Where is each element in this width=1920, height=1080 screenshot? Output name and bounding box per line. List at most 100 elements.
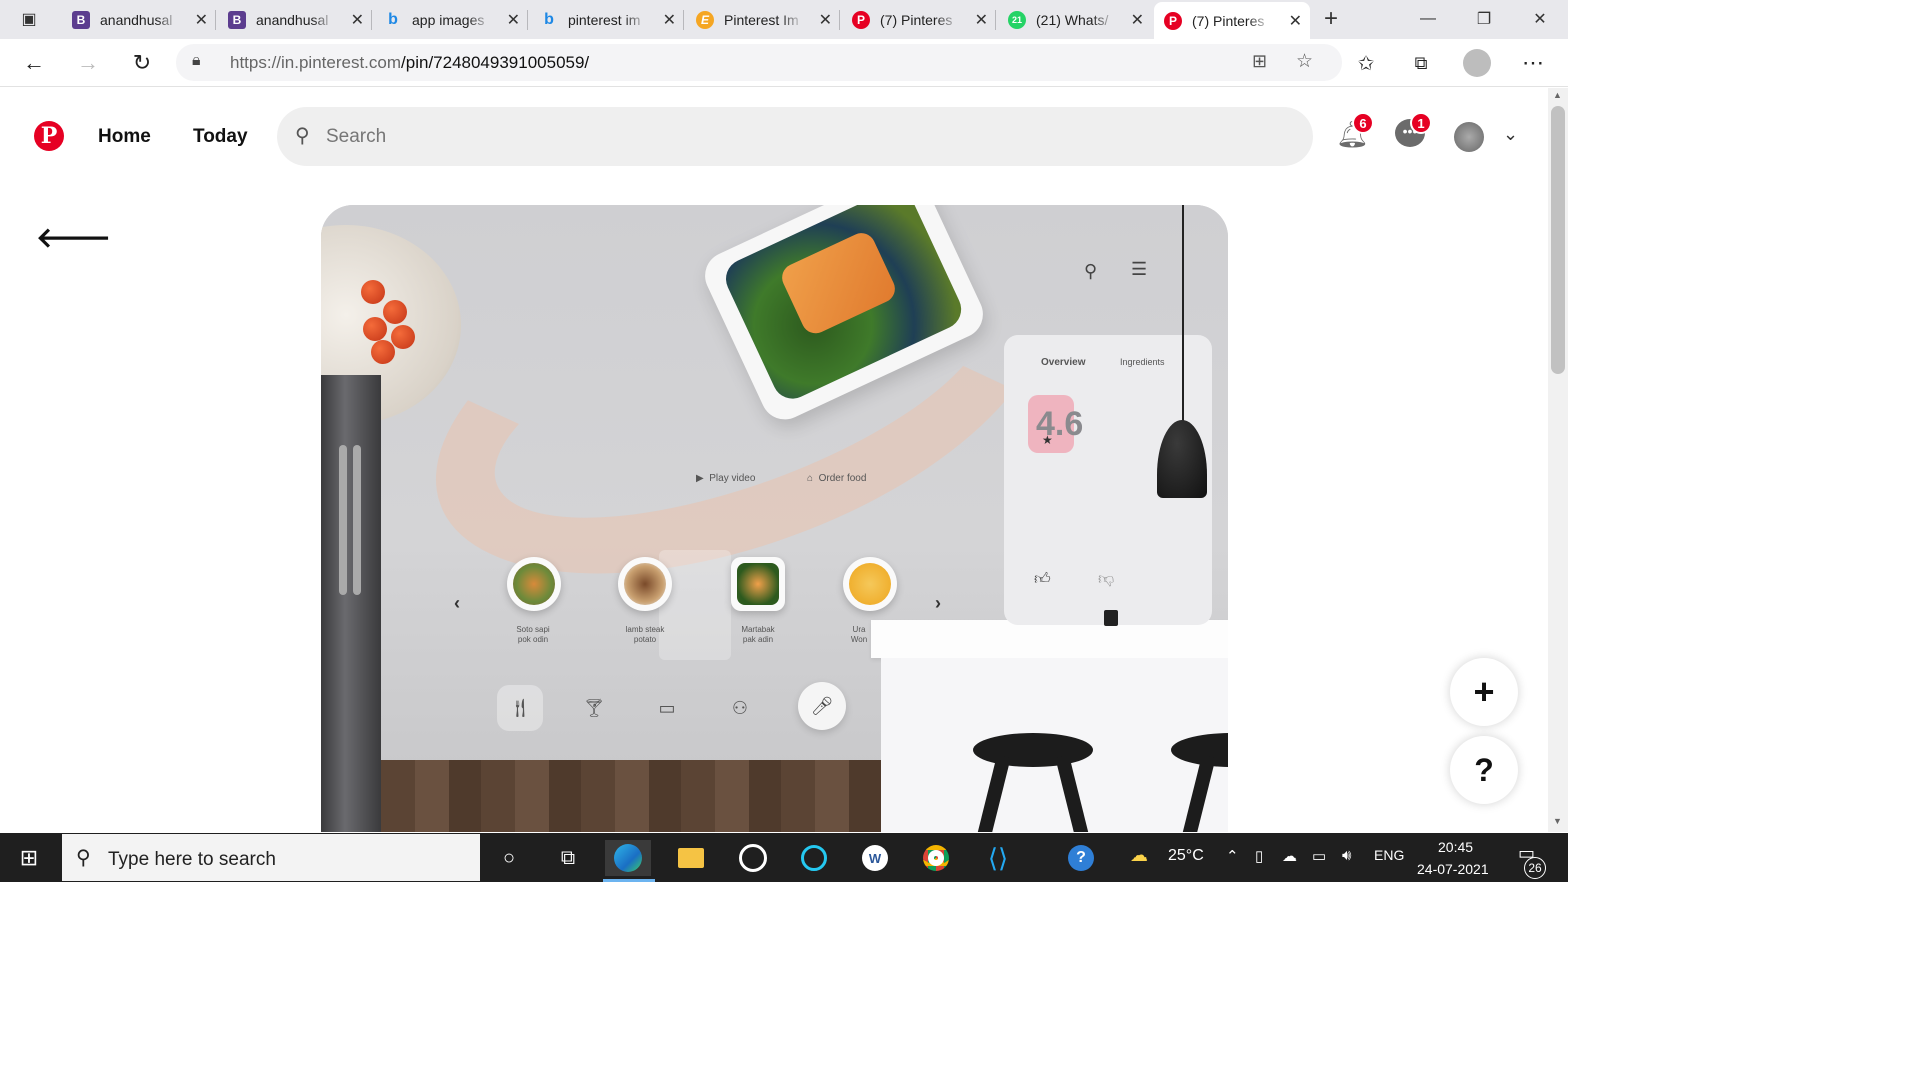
food-label: Ura Won [824, 625, 894, 645]
search-icon: ⚲ [1084, 261, 1098, 281]
scroll-up-icon[interactable]: ▲ [1553, 90, 1562, 100]
new-tab-button[interactable]: + [1308, 0, 1354, 38]
play-video-link: ▶ Play video [696, 473, 756, 484]
forward-button[interactable]: → [72, 47, 104, 79]
taskbar-search-input[interactable]: ⚲ Type here to search [62, 834, 480, 881]
help-tips-icon[interactable]: ? [1058, 840, 1104, 876]
user-icon: ⚇ [731, 697, 749, 718]
vscode-icon[interactable]: ⟨⟩ [975, 840, 1021, 876]
browser-tab[interactable]: b app images ✕ [374, 2, 528, 37]
nav-today[interactable]: Today [193, 126, 248, 148]
menu-icon: ☰ [1131, 259, 1148, 279]
notifications-badge: 6 [1352, 112, 1374, 134]
back-button[interactable]: ← [18, 47, 50, 79]
close-tab-icon[interactable]: ✕ [195, 10, 208, 30]
language-indicator[interactable]: ENG [1374, 847, 1404, 863]
food-name: lamb steak [625, 625, 665, 634]
collections-icon[interactable]: ⧉ [1405, 47, 1437, 79]
pinterest-header: P Home Today ⚲ Search 🔔︎ 6 ••• 1 ⌄ [0, 88, 1548, 188]
favorites-icon[interactable]: ✩ [1350, 47, 1382, 79]
battery-icon[interactable]: ▭ [1312, 847, 1326, 865]
notification-count-badge: 26 [1524, 857, 1546, 879]
food-sub: pak adin [742, 635, 774, 644]
word-app-icon[interactable]: W [852, 840, 898, 876]
user-avatar[interactable] [1454, 122, 1484, 152]
chevron-down-icon[interactable]: ⌄ [1503, 124, 1518, 145]
chat-icon: ▭ [658, 697, 676, 718]
tab-title: anandhusal [100, 11, 173, 28]
search-icon: ⚲ [295, 125, 310, 147]
tab-title: (7) Pinteres [880, 11, 953, 28]
browser-tab[interactable]: 21 (21) Whats/ ✕ [998, 2, 1152, 37]
profile-avatar[interactable] [1461, 47, 1493, 79]
rating-badge: 4.6 ★ [1028, 395, 1083, 453]
pinterest-icon: P [1164, 11, 1182, 30]
taskbar-search-placeholder: Type here to search [108, 849, 276, 870]
pinterest-logo-icon[interactable]: P [34, 121, 64, 151]
restore-button[interactable]: ❐ [1456, 0, 1512, 38]
cortana-icon[interactable]: ○ [486, 840, 532, 876]
close-tab-icon[interactable]: ✕ [663, 10, 676, 30]
order-food-link: ⌂ Order food [807, 473, 867, 484]
browser-tab[interactable]: b pinterest im ✕ [530, 2, 684, 37]
help-button[interactable]: ? [1450, 736, 1518, 804]
add-button[interactable]: + [1450, 658, 1518, 726]
alexa-icon[interactable] [791, 840, 837, 876]
back-arrow-icon[interactable]: 🡐 [36, 220, 111, 254]
task-view-icon[interactable]: ⧉ [545, 840, 591, 876]
weather-icon[interactable]: ☁ [1130, 845, 1148, 866]
app-icon[interactable] [730, 840, 776, 876]
edge-icon[interactable] [605, 840, 651, 876]
close-window-button[interactable]: ✕ [1512, 0, 1568, 38]
refresh-button[interactable]: ↻ [126, 47, 158, 79]
food-name: Soto sapi [516, 625, 550, 634]
food-sub: pok odin [517, 635, 549, 644]
whatsapp-icon: 21 [1008, 10, 1026, 29]
tab-actions-icon[interactable]: ▣ [0, 0, 58, 38]
url-field[interactable]: 🔒︎ https://in.pinterest.com/pin/72480493… [176, 44, 1342, 81]
close-tab-icon[interactable]: ✕ [1131, 10, 1144, 30]
browser-tab-active[interactable]: P (7) Pinteres ✕ [1154, 2, 1310, 39]
clock-time[interactable]: 20:45 [1438, 839, 1473, 855]
browser-tab[interactable]: B anandhusal ✕ [218, 2, 372, 37]
browser-tab[interactable]: E Pinterest Im ✕ [686, 2, 840, 37]
more-menu-icon[interactable]: ⋯ [1517, 47, 1549, 79]
pin-image[interactable]: Overview Ingredients 4.6 ★ 👍︎ 👎︎ ⚲ ☰ ▶ P… [321, 205, 1228, 832]
chrome-icon[interactable] [913, 840, 959, 876]
nav-home[interactable]: Home [98, 126, 151, 148]
windows-start-icon[interactable]: ⊞ [6, 840, 52, 876]
close-tab-icon[interactable]: ✕ [819, 10, 832, 30]
messages-badge: 1 [1410, 112, 1432, 134]
close-tab-icon[interactable]: ✕ [351, 10, 364, 30]
search-input[interactable]: ⚲ Search [277, 107, 1313, 166]
app-available-icon[interactable]: ⊞ [1252, 51, 1267, 72]
add-favorite-icon[interactable]: ☆ [1296, 50, 1313, 73]
play-video-label: Play video [709, 473, 756, 484]
clock-date[interactable]: 24-07-2021 [1417, 861, 1489, 877]
volume-icon[interactable]: 🔊︎ [1342, 847, 1351, 864]
device-icon[interactable]: ▯ [1255, 847, 1263, 865]
close-tab-icon[interactable]: ✕ [975, 10, 988, 30]
browser-tab[interactable]: B anandhusal ✕ [62, 2, 216, 37]
plant-pot [1104, 610, 1118, 626]
bing-icon: b [388, 10, 398, 28]
address-bar-row: ← → ↻ 🔒︎ https://in.pinterest.com/pin/72… [0, 39, 1568, 87]
weather-temperature[interactable]: 25°C [1168, 847, 1204, 865]
file-explorer-icon[interactable] [668, 840, 714, 876]
stool [973, 733, 1093, 767]
close-tab-icon[interactable]: ✕ [1289, 11, 1302, 31]
tab-title: (7) Pinteres [1192, 12, 1265, 29]
food-thumb [618, 557, 672, 611]
onedrive-icon[interactable]: ☁ [1282, 847, 1297, 865]
food-thumb [731, 557, 785, 611]
close-tab-icon[interactable]: ✕ [507, 10, 520, 30]
browser-tab[interactable]: P (7) Pinteres ✕ [842, 2, 996, 37]
scroll-down-icon[interactable]: ▼ [1553, 816, 1562, 826]
tab-title: Pinterest Im [724, 11, 799, 28]
utensils-icon: 🍴︎ [497, 685, 543, 731]
pinterest-icon: P [852, 10, 870, 29]
minimize-button[interactable]: — [1400, 0, 1456, 38]
scrollbar-thumb[interactable] [1551, 106, 1565, 374]
page-scrollbar[interactable]: ▲ ▼ [1548, 88, 1568, 832]
tray-chevron-icon[interactable]: ⌃ [1226, 847, 1239, 865]
